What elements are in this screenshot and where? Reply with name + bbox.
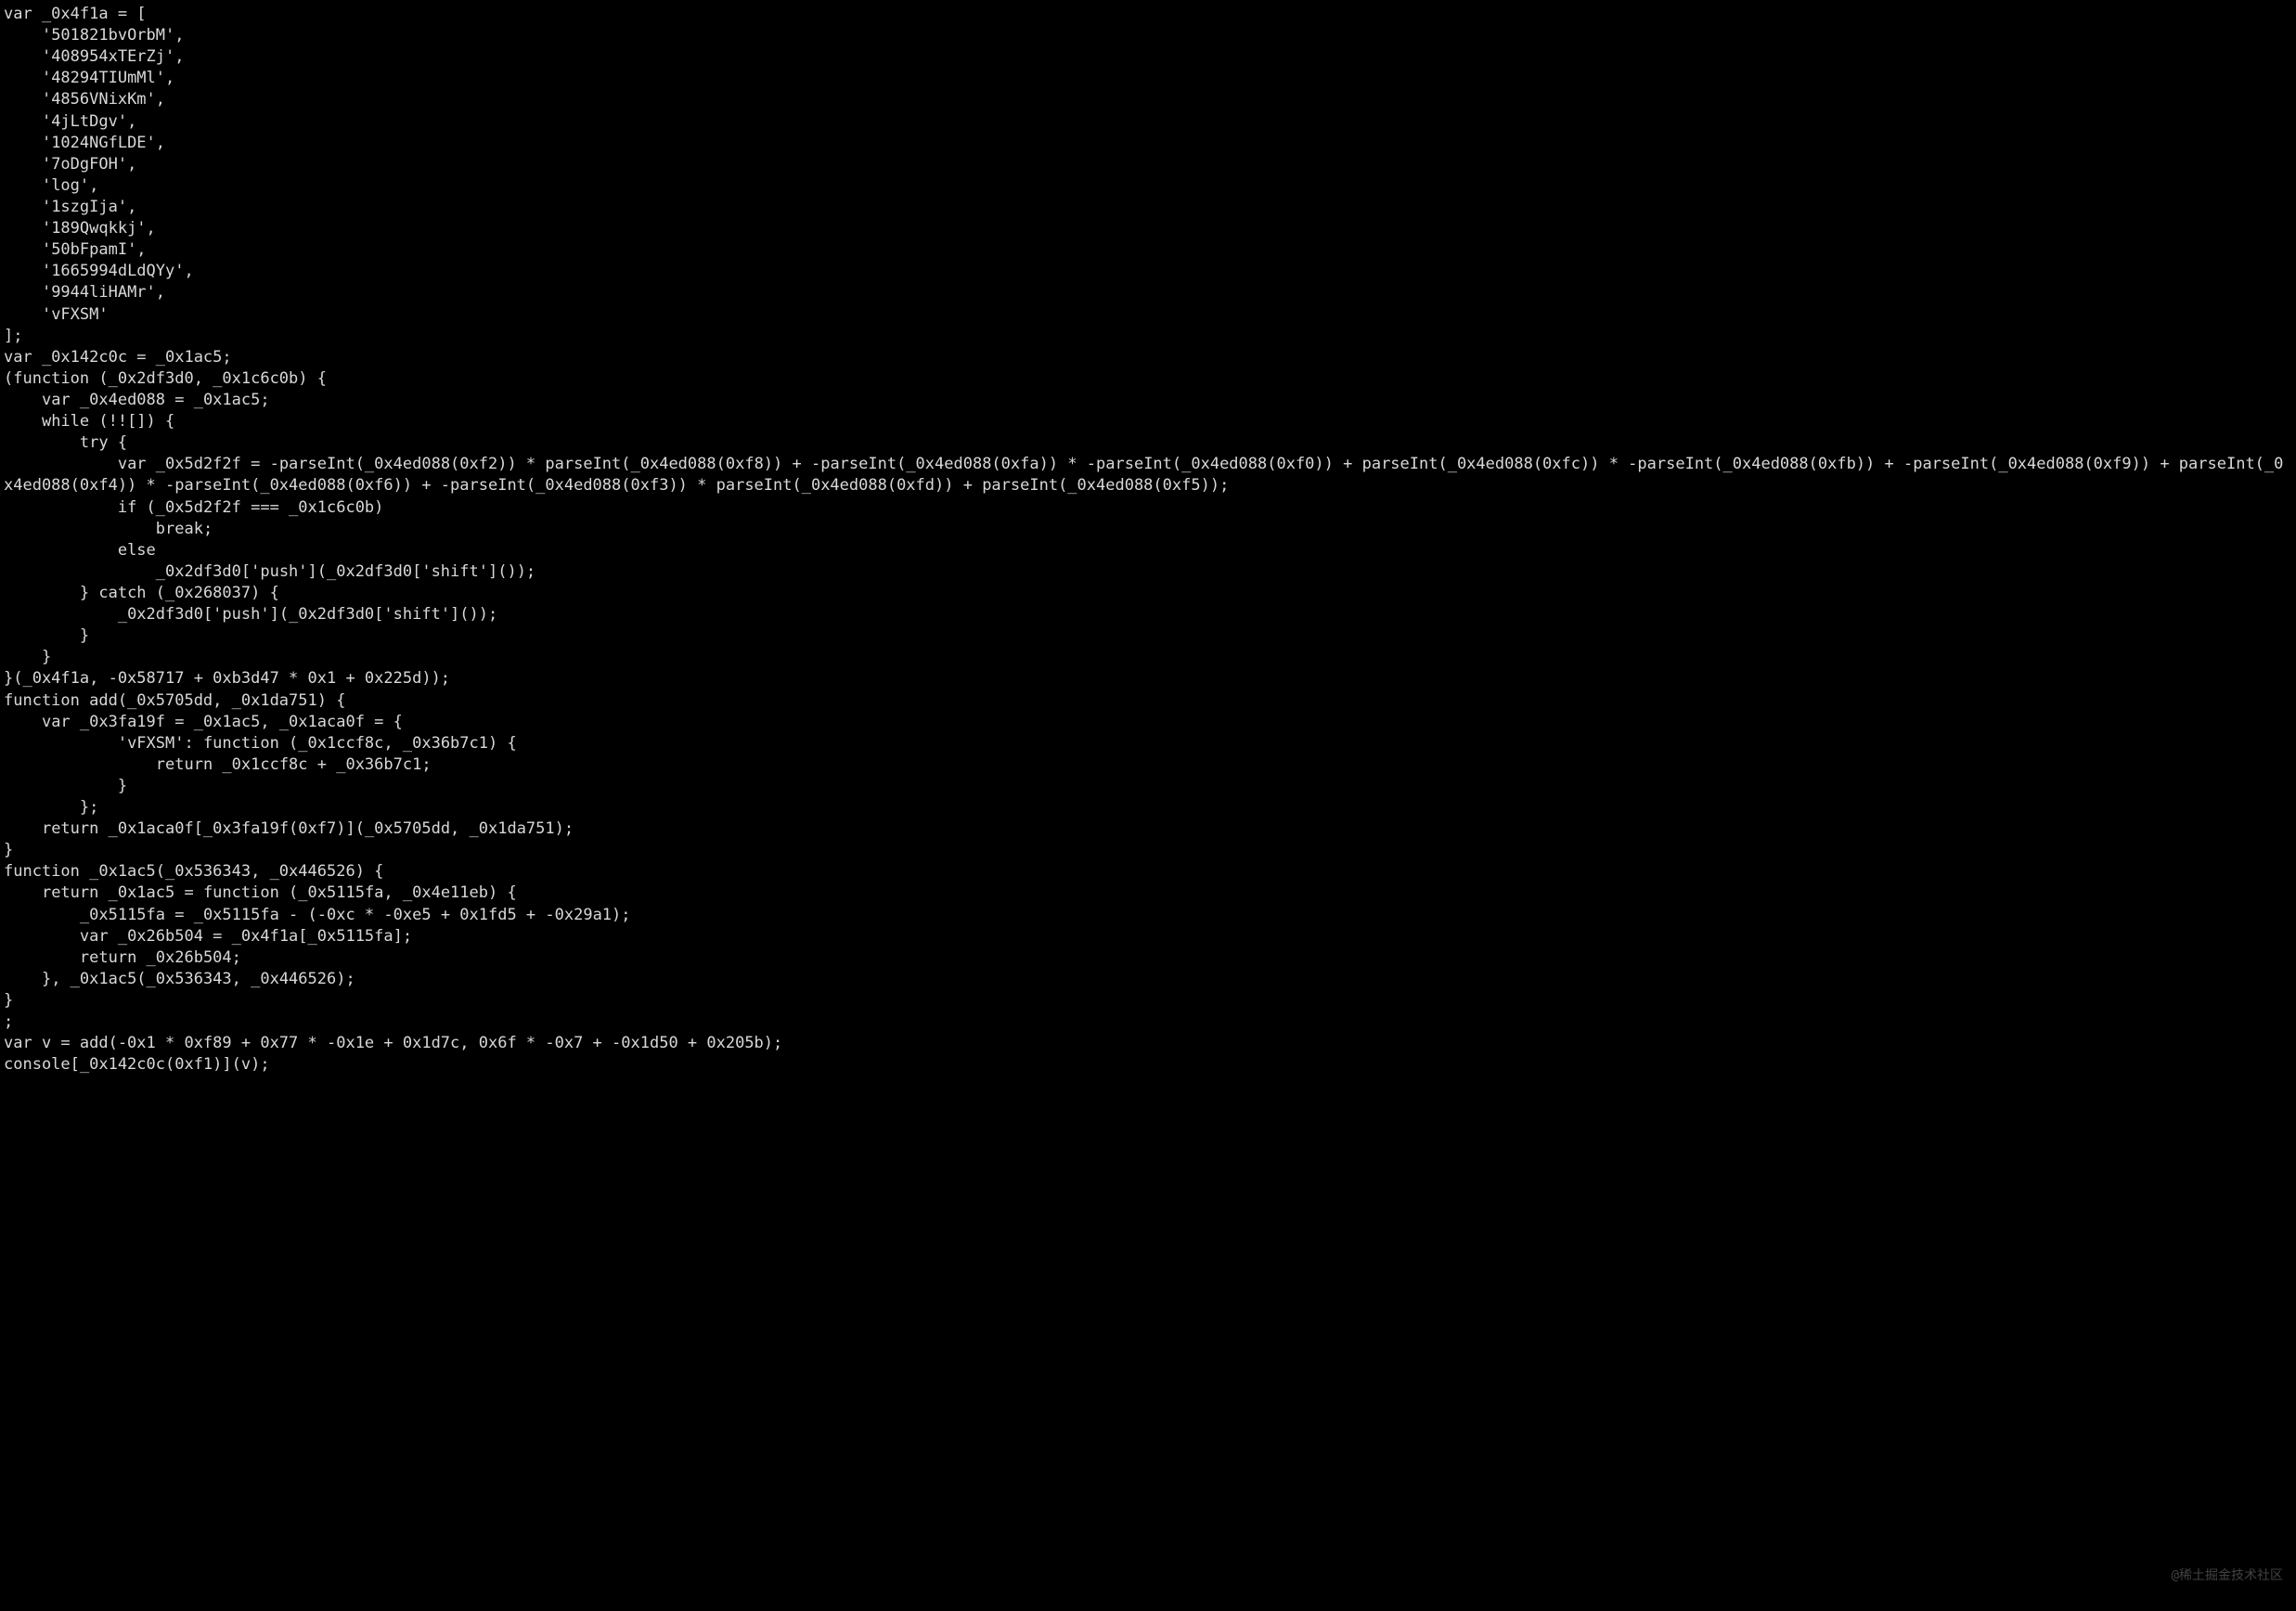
- watermark: @稀土掘金技术社区: [2172, 1567, 2283, 1585]
- code-block: var _0x4f1a = [ '501821bvOrbM', '408954x…: [0, 0, 2296, 1079]
